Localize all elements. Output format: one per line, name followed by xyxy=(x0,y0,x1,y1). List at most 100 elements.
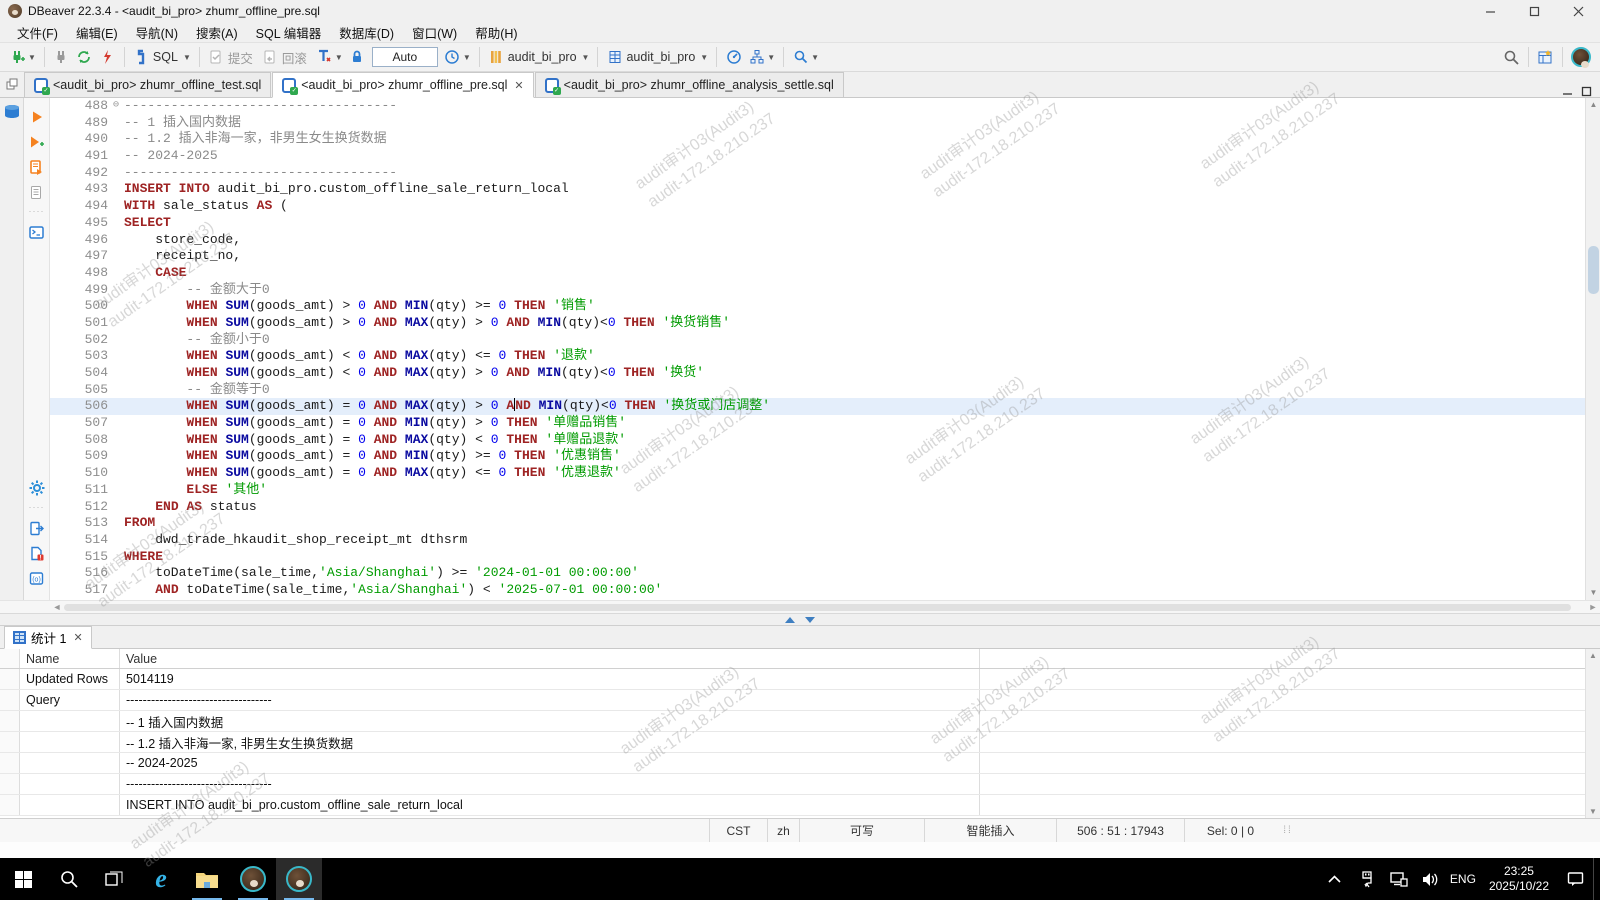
editor-line[interactable]: 511 ELSE '其他' xyxy=(50,482,1585,499)
editor-line[interactable]: 506 WHEN SUM(goods_amt) = 0 AND MAX(qty)… xyxy=(50,398,1585,415)
restore-panel-icon[interactable] xyxy=(0,71,24,97)
scroll-left-icon[interactable]: ◄ xyxy=(50,602,64,612)
menu-item[interactable]: 数据库(D) xyxy=(330,21,403,44)
editor-line[interactable]: 502 -- 金额小于0 xyxy=(50,332,1585,349)
editor-line[interactable]: 503 WHEN SUM(goods_amt) < 0 AND MAX(qty)… xyxy=(50,348,1585,365)
menu-item[interactable]: 导航(N) xyxy=(127,21,187,44)
editor-line[interactable]: 499 -- 金额大于0 xyxy=(50,282,1585,299)
gear-icon[interactable] xyxy=(28,479,46,497)
dbeaver-active-icon[interactable] xyxy=(276,858,322,900)
scroll-up-icon[interactable]: ▲ xyxy=(1586,649,1600,662)
results-row[interactable]: -- 1 插入国内数据 xyxy=(0,711,1600,732)
connection-selector[interactable]: audit_bi_pro ▼ xyxy=(485,45,593,69)
close-icon[interactable] xyxy=(1556,0,1600,22)
execute-icon[interactable] xyxy=(28,108,46,126)
editor-line[interactable]: 508 WHEN SUM(goods_amt) = 0 AND MAX(qty)… xyxy=(50,432,1585,449)
close-icon[interactable]: ✕ xyxy=(514,79,523,92)
scroll-up-icon[interactable]: ▲ xyxy=(1586,98,1600,112)
dbeaver-icon[interactable] xyxy=(230,858,276,900)
minimize-view-icon[interactable] xyxy=(1562,86,1573,97)
reconnect-button[interactable] xyxy=(73,45,96,69)
editor-line[interactable]: 488⊖----------------------------------- xyxy=(50,98,1585,115)
menu-item[interactable]: 帮助(H) xyxy=(466,21,526,44)
show-desktop-button[interactable] xyxy=(1593,858,1598,900)
column-header-name[interactable]: Name xyxy=(20,649,120,668)
editor-line[interactable]: 515WHERE xyxy=(50,549,1585,566)
editor-line[interactable]: 500 WHEN SUM(goods_amt) > 0 AND MIN(qty)… xyxy=(50,298,1585,315)
scrollbar-thumb[interactable] xyxy=(1588,246,1599,294)
output-icon[interactable]: (o) xyxy=(28,569,46,587)
statusbar-segment[interactable]: zh xyxy=(767,819,799,842)
user-avatar-button[interactable] xyxy=(1568,45,1594,69)
start-icon[interactable] xyxy=(0,858,46,900)
language-indicator[interactable]: ENG xyxy=(1449,858,1477,900)
editor-line[interactable]: 497 receipt_no, xyxy=(50,248,1585,265)
editor-line[interactable]: 491-- 2024-2025 xyxy=(50,148,1585,165)
close-icon[interactable]: ✕ xyxy=(73,631,82,644)
editor-line[interactable]: 489-- 1 插入国内数据 xyxy=(50,115,1585,132)
disconnect-button[interactable] xyxy=(96,45,119,69)
plug-button[interactable] xyxy=(50,45,73,69)
tab-statistics[interactable]: 统计 1 ✕ xyxy=(4,626,92,649)
speaker-icon[interactable] xyxy=(1417,858,1445,900)
scroll-down-icon[interactable]: ▼ xyxy=(1586,586,1600,600)
editor-line[interactable]: 510 WHEN SUM(goods_amt) = 0 AND MAX(qty)… xyxy=(50,465,1585,482)
explorer-icon[interactable] xyxy=(184,858,230,900)
statusbar-segment[interactable]: 智能插入 xyxy=(924,819,1056,842)
editor-tab[interactable]: ✓<audit_bi_pro> zhumr_offline_test.sql xyxy=(24,72,271,97)
statusbar-segment[interactable]: 可写 xyxy=(799,819,924,842)
perspective-button[interactable] xyxy=(1534,45,1557,69)
sql-editor-button[interactable]: SQL ▼ xyxy=(130,45,194,69)
editor-line[interactable]: 509 WHEN SUM(goods_amt) = 0 AND MIN(qty)… xyxy=(50,448,1585,465)
editor-line[interactable]: 496 store_code, xyxy=(50,232,1585,249)
menu-item[interactable]: 搜索(A) xyxy=(187,21,247,44)
splitter-down-icon[interactable] xyxy=(805,617,815,623)
network-icon[interactable] xyxy=(1385,858,1413,900)
menu-item[interactable]: 窗口(W) xyxy=(403,21,466,44)
results-row[interactable]: -- 2024-2025 xyxy=(0,753,1600,774)
execute-new-tab-icon[interactable] xyxy=(28,133,46,151)
editor-line[interactable]: 501 WHEN SUM(goods_amt) > 0 AND MAX(qty)… xyxy=(50,315,1585,332)
tray-chevron-icon[interactable] xyxy=(1321,858,1349,900)
menu-item[interactable]: 编辑(E) xyxy=(67,21,127,44)
editor-line[interactable]: 517 AND toDateTime(sale_time,'Asia/Shang… xyxy=(50,582,1585,599)
editor-line[interactable]: 490-- 1.2 插入非海一家，非男生女生换货数据 xyxy=(50,131,1585,148)
scroll-right-icon[interactable]: ► xyxy=(1586,602,1600,612)
database-navigator-icon[interactable] xyxy=(3,104,21,120)
script-gray-icon[interactable] xyxy=(28,183,46,201)
terminal-icon[interactable] xyxy=(28,223,46,241)
toolbar-search-button[interactable]: ▼ xyxy=(789,45,822,69)
tx-history-button[interactable]: ▼ xyxy=(441,45,474,69)
fold-marker-icon[interactable]: ⊖ xyxy=(108,98,124,115)
maximize-icon[interactable] xyxy=(1512,0,1556,22)
results-vertical-scrollbar[interactable]: ▲ ▼ xyxy=(1585,649,1600,818)
new-connection-button[interactable]: ▼ xyxy=(6,45,39,69)
statusbar-segment[interactable]: 506 : 51 : 17943 xyxy=(1056,819,1184,842)
editor-tab[interactable]: ✓<audit_bi_pro> zhumr_offline_pre.sql✕ xyxy=(272,72,533,98)
editor-line[interactable]: 505 -- 金额等于0 xyxy=(50,382,1585,399)
error-page-icon[interactable]: ! xyxy=(28,544,46,562)
minimize-icon[interactable] xyxy=(1468,0,1512,22)
splitter-up-icon[interactable] xyxy=(785,617,795,623)
menu-item[interactable]: 文件(F) xyxy=(8,21,67,44)
task-view-icon[interactable] xyxy=(92,858,138,900)
statusbar-segment[interactable]: CST xyxy=(709,819,767,842)
editor-tab[interactable]: ✓<audit_bi_pro> zhumr_offline_analysis_s… xyxy=(535,72,844,97)
lock-button[interactable] xyxy=(346,45,369,69)
results-row[interactable]: -- 1.2 插入非海一家, 非男生女生换货数据 xyxy=(0,732,1600,753)
editor-vertical-scrollbar[interactable]: ▲ ▼ xyxy=(1585,98,1600,600)
editor-line[interactable]: 493INSERT INTO audit_bi_pro.custom_offli… xyxy=(50,181,1585,198)
editor-line[interactable]: 492----------------------------------- xyxy=(50,165,1585,182)
editor-line[interactable]: 516 toDateTime(sale_time,'Asia/Shanghai'… xyxy=(50,565,1585,582)
notification-icon[interactable] xyxy=(1561,858,1589,900)
commit-mode-select[interactable]: Auto xyxy=(372,47,438,67)
usb-icon[interactable] xyxy=(1353,858,1381,900)
dashboard-button[interactable] xyxy=(722,45,745,69)
editor-line[interactable]: 504 WHEN SUM(goods_amt) < 0 AND MAX(qty)… xyxy=(50,365,1585,382)
taskbar-search-icon[interactable] xyxy=(46,858,92,900)
results-row[interactable]: Query----------------------------------- xyxy=(0,690,1600,711)
editor-line[interactable]: 494WITH sale_status AS ( xyxy=(50,198,1585,215)
execution-plan-button[interactable]: ▼ xyxy=(745,45,778,69)
editor-line[interactable]: 498 CASE xyxy=(50,265,1585,282)
results-row[interactable]: INSERT INTO audit_bi_pro.custom_offline_… xyxy=(0,795,1600,816)
